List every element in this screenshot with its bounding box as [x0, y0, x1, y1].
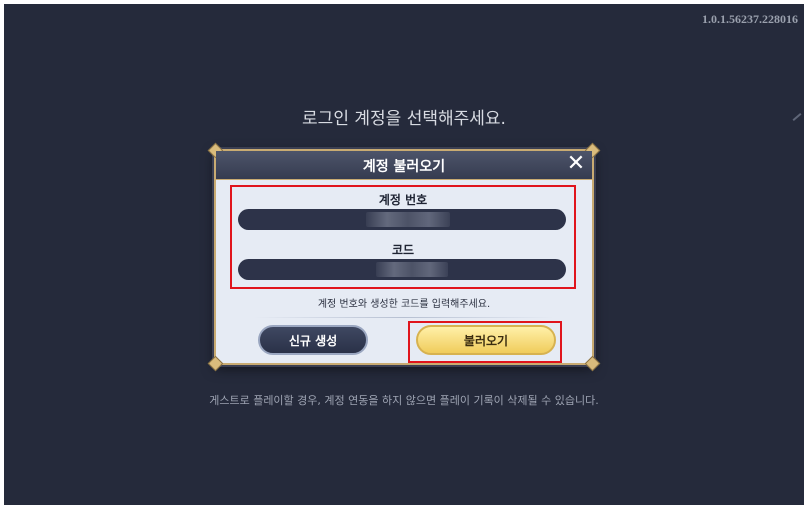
dialog-header: 계정 불러오기 ✕ — [216, 151, 592, 180]
account-number-field[interactable] — [238, 209, 566, 230]
code-label: 코드 — [391, 243, 415, 257]
input-hint: 계정 번호와 생성한 코드를 입력해주세요. — [317, 299, 491, 310]
corner-ornament — [584, 355, 601, 372]
game-screen: 1.0.1.56237.228016 로그인 계정을 선택해주세요. 계정 불러… — [4, 4, 804, 505]
account-number-label: 계정 번호 — [378, 193, 428, 207]
guest-warning: 게스트로 플레이할 경우, 계정 연동을 하지 않으면 플레이 기록이 삭제될 … — [209, 394, 599, 407]
divider — [254, 317, 554, 318]
dialog-title: 계정 불러오기 — [362, 159, 446, 175]
input-area-highlight: 계정 번호 코드 — [230, 185, 576, 289]
blurred-value — [376, 262, 448, 277]
login-prompt: 로그인 계정을 선택해주세요. — [302, 109, 506, 129]
version-label: 1.0.1.56237.228016 — [702, 12, 798, 26]
code-field[interactable] — [238, 259, 566, 280]
load-account-dialog: 계정 불러오기 ✕ 계정 번호 코드 계정 번호와 생성한 코드를 입력해주세요… — [207, 142, 601, 372]
load-account-button[interactable]: 불러오기 — [416, 325, 556, 355]
corner-ornament — [207, 355, 224, 372]
new-account-button[interactable]: 신규 생성 — [258, 325, 368, 355]
close-icon[interactable]: ✕ — [564, 152, 588, 176]
blurred-value — [366, 212, 450, 227]
